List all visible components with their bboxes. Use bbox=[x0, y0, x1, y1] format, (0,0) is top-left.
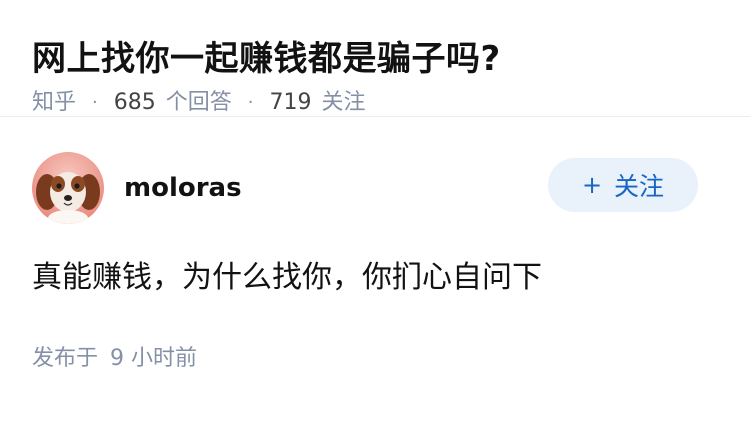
follow-button[interactable]: + 关注 bbox=[548, 158, 698, 212]
author-avatar[interactable] bbox=[32, 152, 104, 224]
question-header: 网上找你一起赚钱都是骗子吗? 知乎 · 685 个回答 · 719 关注 bbox=[0, 0, 750, 117]
answer-count: 685 bbox=[113, 90, 156, 115]
separator-dot: · bbox=[247, 92, 254, 113]
dog-avatar-icon bbox=[32, 152, 104, 224]
follow-button-label: 关注 bbox=[614, 172, 665, 201]
source-label[interactable]: 知乎 bbox=[32, 88, 76, 118]
separator-dot: · bbox=[92, 92, 98, 113]
answer-content[interactable]: 真能赚钱，为什么找你，你扪心自问下 bbox=[32, 258, 718, 298]
plus-icon: + bbox=[581, 171, 603, 199]
publish-label: 发布于 bbox=[32, 346, 99, 371]
follower-count-label[interactable]: 关注 bbox=[322, 88, 366, 118]
author-name[interactable]: moloras bbox=[124, 173, 242, 203]
follower-count: 719 bbox=[269, 90, 312, 115]
question-meta: 知乎 · 685 个回答 · 719 关注 bbox=[32, 88, 718, 118]
author-row: moloras + 关注 bbox=[32, 152, 718, 224]
answer-count-label[interactable]: 个回答 bbox=[166, 88, 232, 118]
publish-time: 9 小时前 bbox=[110, 346, 198, 371]
question-title[interactable]: 网上找你一起赚钱都是骗子吗? bbox=[32, 34, 718, 84]
publish-info: 发布于 9 小时前 bbox=[32, 340, 718, 372]
answer-card: moloras + 关注 真能赚钱，为什么找你，你扪心自问下 发布于 9 小时前 bbox=[0, 152, 750, 372]
